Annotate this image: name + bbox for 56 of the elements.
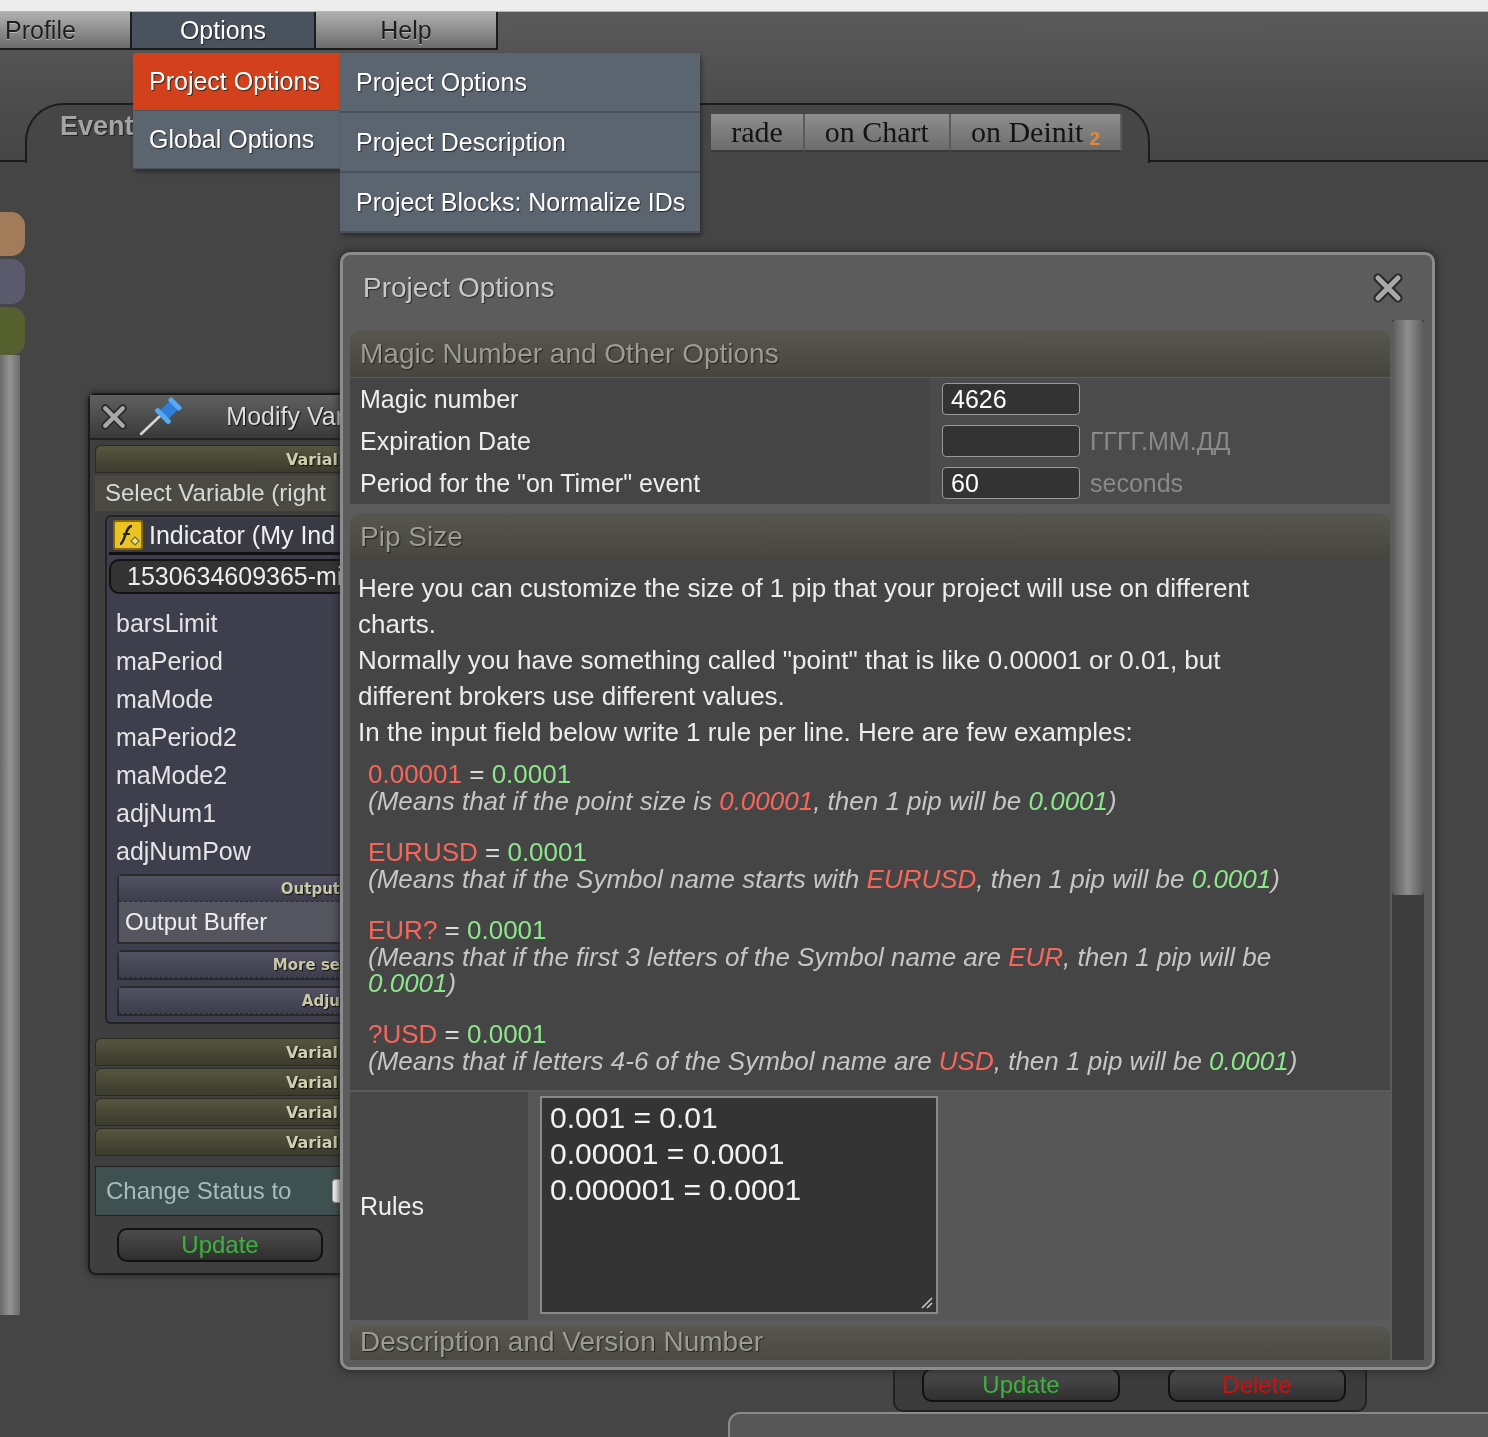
example-note: (Means that if the Symbol name starts with EURUSD, then 1 pip will be 0.0001) xyxy=(368,866,1280,892)
description-text: Here you can customize the size of 1 pip that your project will use on different charts. xyxy=(358,572,1251,641)
description-text: Normally you have something called "point" that is like 0.00001 or 0.01, but different brokers use different values. xyxy=(358,644,1222,713)
variable-item[interactable]: barsLimit xyxy=(109,604,344,642)
description-text: In the input field below write 1 rule per line. Here are few examples: xyxy=(358,716,1133,749)
update-button[interactable]: Update xyxy=(117,1228,323,1262)
unit-label: ГГГГ.ММ.ДД xyxy=(1090,426,1231,456)
menu-item[interactable]: Project Options xyxy=(340,53,700,113)
menu-item[interactable]: Project Blocks: Normalize IDs xyxy=(340,173,700,233)
menu-item[interactable]: Help xyxy=(316,12,498,50)
field-label: Period for the "on Timer" event xyxy=(359,468,701,498)
field-label: Rules xyxy=(359,1191,424,1221)
variable-item[interactable]: maPeriod2 xyxy=(109,718,344,756)
variable-item[interactable]: adjNum1 xyxy=(109,794,344,832)
variable-item[interactable]: maMode2 xyxy=(109,756,344,794)
resize-grip-icon[interactable] xyxy=(921,1297,933,1309)
close-icon[interactable] xyxy=(1372,271,1404,304)
indicator-label: Indicator (My Ind xyxy=(149,520,336,550)
tab[interactable]: rade xyxy=(711,114,805,152)
example-rule: EUR? = 0.0001 xyxy=(368,916,547,944)
tab-label[interactable]: Event xyxy=(60,111,134,142)
function-icon xyxy=(113,520,143,551)
input-field[interactable]: 4626 xyxy=(942,383,1080,415)
section-header[interactable]: Magic Number and Other Options xyxy=(350,330,1390,377)
variable-item[interactable]: adjNumPow xyxy=(109,832,344,870)
section-header[interactable]: Pip Size xyxy=(350,513,1390,560)
menu-item[interactable]: Profile xyxy=(0,12,132,50)
pin-icon[interactable] xyxy=(138,396,184,437)
tab[interactable]: on Chart xyxy=(804,114,951,152)
example-rule: EURUSD = 0.0001 xyxy=(368,838,587,866)
menu-item[interactable]: Project Options xyxy=(133,53,340,111)
close-icon[interactable] xyxy=(100,402,128,431)
example-note: (Means that if the point size is 0.00001, then 1 pip will be 0.0001) xyxy=(368,788,1117,814)
unit-label: seconds xyxy=(1090,468,1184,498)
menu-item[interactable]: Global Options xyxy=(133,111,340,169)
input-field[interactable]: 60 xyxy=(942,467,1080,499)
scrollbar-thumb[interactable] xyxy=(1392,320,1424,895)
example-rule: 0.00001 = 0.0001 xyxy=(368,760,572,788)
input-field[interactable] xyxy=(942,425,1080,457)
variable-item[interactable]: maMode xyxy=(109,680,344,718)
dialog-title: Project Options xyxy=(363,271,555,304)
example-rule: ?USD = 0.0001 xyxy=(368,1020,547,1048)
example-note: (Means that if letters 4-6 of the Symbol name are USD, then 1 pip will be 0.0001) xyxy=(368,1048,1298,1074)
update-button[interactable]: Update xyxy=(922,1368,1120,1402)
example-note: (Means that if the first 3 letters of the Symbol name are EUR, then 1 pip will be 0.0001) xyxy=(368,944,1273,996)
window-title: Modify Var xyxy=(226,402,344,431)
variable-item[interactable]: maPeriod xyxy=(109,642,344,680)
field-label: Magic number xyxy=(359,384,519,414)
status-label: Change Status to xyxy=(106,1177,292,1205)
rules-textarea[interactable]: 0.001 = 0.01 0.00001 = 0.0001 0.000001 = 0.0001 xyxy=(540,1096,938,1314)
menu-item[interactable]: Options xyxy=(132,12,316,50)
count-label: 2 xyxy=(1089,128,1100,150)
side-tab[interactable] xyxy=(0,212,25,256)
scrollbar-track[interactable] xyxy=(1392,320,1424,1360)
menu-item[interactable]: Project Description xyxy=(340,113,700,173)
field-label: Expiration Date xyxy=(359,426,531,456)
